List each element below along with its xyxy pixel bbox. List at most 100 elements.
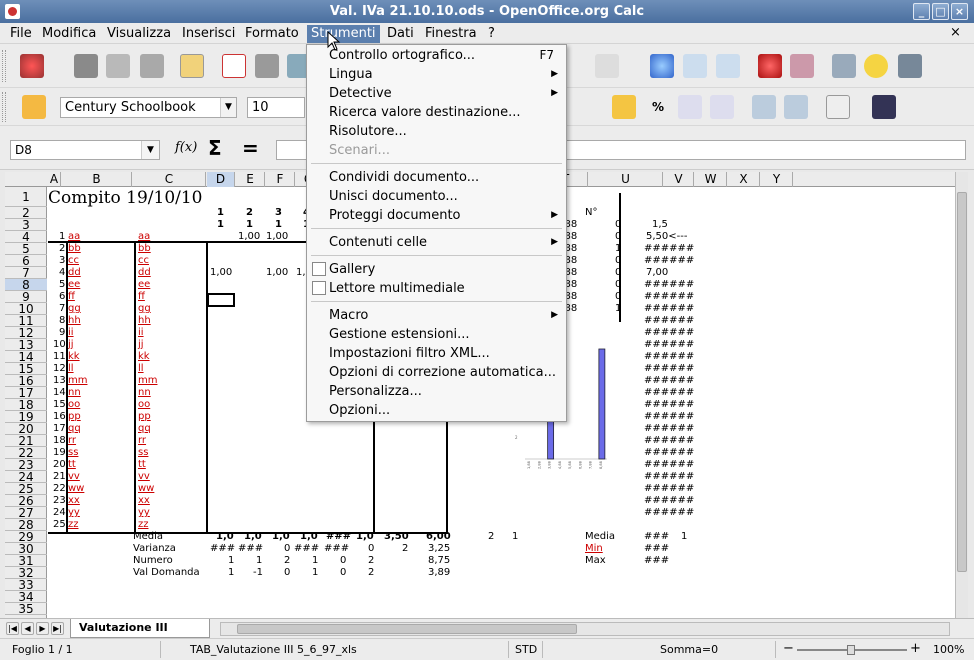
function-wizard-icon[interactable]: f(x) <box>175 140 197 155</box>
student-name-copy[interactable]: zz <box>138 519 149 531</box>
menu-modifica[interactable]: Modifica <box>38 25 100 43</box>
redo-icon[interactable] <box>595 54 619 78</box>
selection-mode[interactable]: STD <box>515 643 537 656</box>
close-button[interactable]: × <box>951 3 968 20</box>
save-icon[interactable] <box>106 54 130 78</box>
student-name[interactable]: ss <box>68 447 78 459</box>
student-name-copy[interactable]: oo <box>138 399 150 411</box>
zoom-slider-handle[interactable] <box>847 645 855 655</box>
student-name-copy[interactable]: ff <box>138 291 145 303</box>
menu-item-opzioni-di-correzione-automatica[interactable]: Opzioni di correzione automatica... <box>307 363 566 382</box>
sheet-tab-active[interactable]: Valutazione III 5_6_9... <box>70 619 210 652</box>
menu-item-impostazioni-filtro-xml[interactable]: Impostazioni filtro XML... <box>307 344 566 363</box>
currency-format-icon[interactable] <box>612 95 636 119</box>
next-sheet-button[interactable]: ▶ <box>36 622 49 635</box>
line-style-icon[interactable] <box>872 95 896 119</box>
column-header-f[interactable]: F <box>266 172 295 187</box>
menu-item-proteggi-documento[interactable]: Proteggi documento ▶ <box>307 206 566 225</box>
column-header-w[interactable]: W <box>695 172 727 187</box>
name-box[interactable]: D8 ▼ <box>10 140 160 160</box>
student-name-copy[interactable]: tt <box>138 459 146 471</box>
menu-item-personalizza[interactable]: Personalizza... <box>307 382 566 401</box>
menu-dati[interactable]: Dati <box>383 25 418 43</box>
navigator-icon[interactable] <box>864 54 888 78</box>
open-icon[interactable] <box>74 54 98 78</box>
student-name[interactable]: ww <box>68 483 84 495</box>
zoom-slider[interactable] <box>797 645 907 655</box>
page-style[interactable]: TAB_Valutazione III 5_6_97_xls <box>190 643 357 656</box>
zoom-out-button[interactable]: − <box>783 641 794 656</box>
student-name-copy[interactable]: ww <box>138 483 154 495</box>
row-header-35[interactable]: 35 <box>5 603 47 615</box>
student-name[interactable]: bb <box>68 243 81 255</box>
menu-formato[interactable]: Formato <box>241 25 303 43</box>
student-name[interactable]: qq <box>68 423 81 435</box>
student-name-copy[interactable]: yy <box>138 507 150 519</box>
column-header-y[interactable]: Y <box>761 172 793 187</box>
remove-decimal-icon[interactable] <box>710 95 734 119</box>
minimize-button[interactable]: _ <box>913 3 930 20</box>
chevron-down-icon[interactable]: ▼ <box>220 98 236 117</box>
column-header-b[interactable]: B <box>62 172 132 187</box>
column-header-v[interactable]: V <box>664 172 694 187</box>
chevron-down-icon[interactable]: ▼ <box>141 141 159 159</box>
student-name[interactable]: cc <box>68 255 79 267</box>
menu-visualizza[interactable]: Visualizza <box>103 25 175 43</box>
borders-icon[interactable] <box>826 95 850 119</box>
student-name-copy[interactable]: ii <box>138 327 144 339</box>
styles-formatting-icon[interactable] <box>22 95 46 119</box>
column-header-e[interactable]: E <box>236 172 265 187</box>
student-name[interactable]: rr <box>68 435 76 447</box>
student-name[interactable]: xx <box>68 495 80 507</box>
menu-item-lettore-multimediale[interactable]: Lettore multimediale <box>307 279 566 298</box>
document-close-button[interactable]: × <box>950 25 964 40</box>
column-header-x[interactable]: X <box>728 172 760 187</box>
add-decimal-icon[interactable] <box>678 95 702 119</box>
row-header-1[interactable]: 1 <box>5 187 47 207</box>
scroll-thumb[interactable] <box>957 192 967 572</box>
percent-format-icon[interactable]: % <box>646 95 670 119</box>
score-cell[interactable]: 1,00 <box>266 267 288 279</box>
student-name-copy[interactable]: pp <box>138 411 151 423</box>
student-name[interactable]: ee <box>68 279 80 291</box>
student-name[interactable]: hh <box>68 315 81 327</box>
student-name-copy[interactable]: vv <box>138 471 150 483</box>
student-name-copy[interactable]: ss <box>138 447 148 459</box>
student-name-copy[interactable]: dd <box>138 267 151 279</box>
sort-descending-icon[interactable] <box>716 54 740 78</box>
menu-help[interactable]: ? <box>484 25 499 43</box>
menu-file[interactable]: File <box>6 25 36 43</box>
student-name[interactable]: oo <box>68 399 80 411</box>
edit-file-icon[interactable] <box>180 54 204 78</box>
student-name-copy[interactable]: qq <box>138 423 151 435</box>
menu-item-gestione-estensioni[interactable]: Gestione estensioni... <box>307 325 566 344</box>
menu-item-contenuti-celle[interactable]: Contenuti celle ▶ <box>307 233 566 252</box>
maximize-button[interactable]: □ <box>932 3 949 20</box>
email-icon[interactable] <box>140 54 164 78</box>
menu-inserisci[interactable]: Inserisci <box>178 25 239 43</box>
student-name-copy[interactable]: hh <box>138 315 151 327</box>
student-name[interactable]: vv <box>68 471 80 483</box>
menu-item-detective[interactable]: Detective ▶ <box>307 84 566 103</box>
menu-item-condividi-documento[interactable]: Condividi documento... <box>307 168 566 187</box>
sort-ascending-icon[interactable] <box>683 54 707 78</box>
student-name-copy[interactable]: jj <box>138 339 144 351</box>
student-name-copy[interactable]: xx <box>138 495 150 507</box>
checkbox-icon[interactable] <box>312 262 326 276</box>
font-size-select[interactable]: 10 <box>247 97 305 118</box>
menu-item-gallery[interactable]: Gallery <box>307 260 566 279</box>
horizontal-scrollbar[interactable] <box>220 622 950 636</box>
menu-strumenti[interactable]: Strumenti <box>307 25 380 43</box>
hyperlink-icon[interactable] <box>650 54 674 78</box>
student-name[interactable]: kk <box>68 351 80 363</box>
checkbox-icon[interactable] <box>312 281 326 295</box>
toolbar-grip[interactable] <box>2 92 6 122</box>
font-name-select[interactable]: Century Schoolbook ▼ <box>60 97 237 118</box>
student-name[interactable]: gg <box>68 303 81 315</box>
selected-cell-cursor[interactable] <box>207 293 235 307</box>
menu-item-unisci-documento[interactable]: Unisci documento... <box>307 187 566 206</box>
zoom-in-button[interactable]: + <box>910 641 921 656</box>
increase-indent-icon[interactable] <box>784 95 808 119</box>
menu-item-opzioni[interactable]: Opzioni... <box>307 401 566 420</box>
find-replace-icon[interactable] <box>832 54 856 78</box>
